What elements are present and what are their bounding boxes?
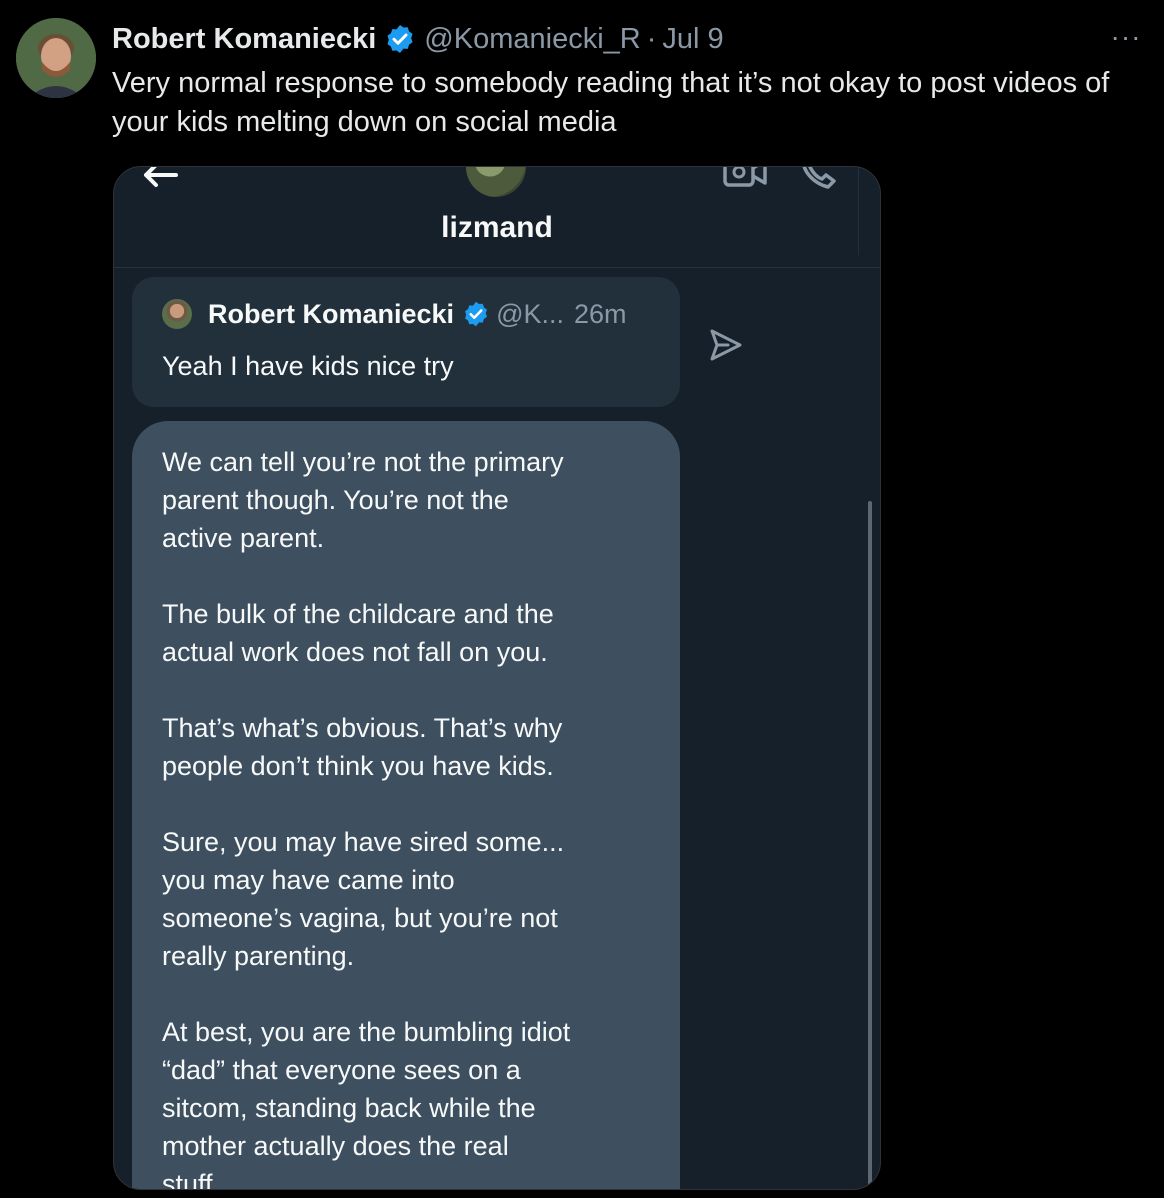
post-text: Very normal response to somebody reading… xyxy=(112,67,1110,138)
attached-screenshot[interactable]: lizmand Robert Komaniecki @K... 26m Yeah… xyxy=(113,166,881,1190)
post-header: Robert Komaniecki @Komaniecki_R · Jul 9 xyxy=(112,20,724,58)
quoted-author-handle: @K... xyxy=(496,298,564,329)
verified-badge-icon xyxy=(462,300,490,328)
author-avatar[interactable] xyxy=(16,18,96,98)
verified-badge-icon[interactable] xyxy=(384,23,416,55)
message-paragraph: That’s what’s obvious. That’s why people… xyxy=(162,713,563,781)
message-bubble: We can tell you’re not the primary paren… xyxy=(132,421,680,1190)
phone-call-icon xyxy=(798,167,840,191)
separator-dot: · xyxy=(646,22,657,55)
quoted-post-card: Robert Komaniecki @K... 26m Yeah I have … xyxy=(132,277,680,407)
author-name[interactable]: Robert Komaniecki xyxy=(112,23,376,56)
more-options-icon[interactable]: ··· xyxy=(1108,22,1144,52)
scrollbar xyxy=(868,501,872,1189)
quoted-post-header: Robert Komaniecki @K... 26m xyxy=(208,295,627,333)
top-bar-divider xyxy=(858,167,859,255)
send-icon xyxy=(708,327,744,363)
back-arrow-icon xyxy=(140,167,180,195)
quoted-post-time: 26m xyxy=(573,298,627,329)
contact-name: lizmand xyxy=(441,211,553,244)
contact-avatar xyxy=(466,167,526,197)
author-handle[interactable]: @Komaniecki_R xyxy=(424,23,640,56)
quoted-post-text: Yeah I have kids nice try xyxy=(162,351,454,381)
message-paragraph: At best, you are the bumbling idiot “dad… xyxy=(162,1017,571,1190)
quoted-author-avatar xyxy=(162,299,192,329)
quoted-author-name: Robert Komaniecki xyxy=(208,298,455,329)
video-call-icon xyxy=(722,167,768,191)
message-paragraph: We can tell you’re not the primary paren… xyxy=(162,447,564,553)
message-paragraph: The bulk of the childcare and the actual… xyxy=(162,599,554,667)
message-paragraph: Sure, you may have sired some... you may… xyxy=(162,827,565,971)
post-date[interactable]: Jul 9 xyxy=(662,23,723,56)
dm-top-bar: lizmand xyxy=(114,167,880,268)
